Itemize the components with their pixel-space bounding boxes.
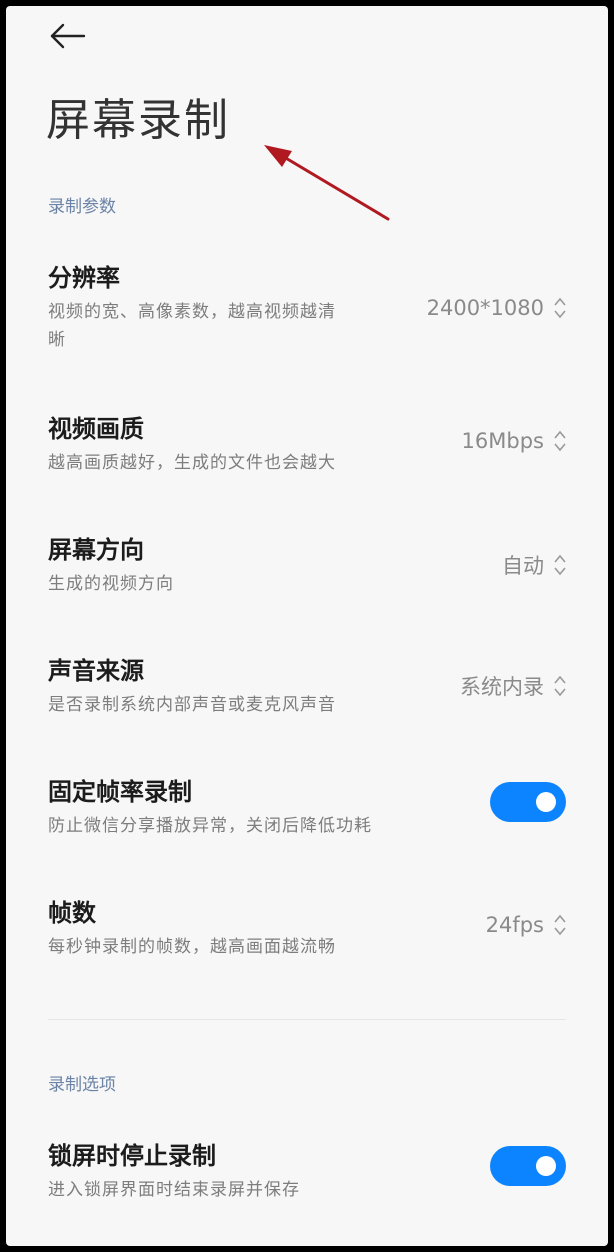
chevron-updown-icon	[554, 430, 566, 452]
stop-on-lock-toggle[interactable]	[490, 1146, 566, 1186]
setting-desc-line: 晰	[48, 330, 66, 350]
toggle-knob	[536, 1156, 556, 1176]
setting-label: 分辨率	[48, 264, 120, 292]
frame-rate-select[interactable]: 24fps	[486, 913, 566, 937]
setting-value: 24fps	[485, 913, 544, 937]
chevron-updown-icon	[554, 675, 566, 697]
setting-value: 自动	[502, 554, 544, 578]
setting-row-resolution[interactable]: 分辨率 视频的宽、高像素数，越高视频越清 晰 2400*1080	[48, 258, 566, 368]
setting-desc: 进入锁屏界面时结束录屏并保存	[48, 1180, 300, 1200]
setting-value: 16Mbps	[461, 429, 544, 453]
setting-label: 锁屏时停止录制	[48, 1142, 216, 1170]
sound-source-select[interactable]: 系统内录	[460, 671, 566, 701]
setting-row-frame-rate[interactable]: 帧数 每秒钟录制的帧数，越高画面越流畅 24fps	[48, 893, 566, 993]
screen-orientation-select[interactable]: 自动	[502, 550, 566, 580]
setting-row-stop-on-lock[interactable]: 锁屏时停止录制 进入锁屏界面时结束录屏并保存	[48, 1136, 566, 1236]
setting-desc: 是否录制系统内部声音或麦克风声音	[48, 695, 336, 715]
setting-row-screen-orientation[interactable]: 屏幕方向 生成的视频方向 自动	[48, 530, 566, 630]
setting-desc-line: 视频的宽、高像素数，越高视频越清	[48, 302, 336, 322]
page-title: 屏幕录制	[46, 95, 230, 146]
setting-label: 固定帧率录制	[48, 778, 192, 806]
section-label-recording-params: 录制参数	[48, 197, 116, 217]
back-button[interactable]	[46, 18, 90, 54]
setting-value: 系统内录	[460, 675, 544, 699]
fixed-framerate-toggle[interactable]	[490, 782, 566, 822]
setting-value: 2400*1080	[426, 296, 544, 320]
setting-desc: 生成的视频方向	[48, 574, 174, 594]
section-divider	[48, 1019, 566, 1020]
arrow-left-icon	[50, 23, 86, 49]
chevron-updown-icon	[554, 554, 566, 576]
chevron-updown-icon	[554, 914, 566, 936]
setting-row-fixed-framerate[interactable]: 固定帧率录制 防止微信分享播放异常，关闭后降低功耗	[48, 772, 566, 872]
video-quality-select[interactable]: 16Mbps	[462, 429, 566, 453]
setting-desc: 视频的宽、高像素数，越高视频越清 晰	[48, 298, 336, 354]
chevron-updown-icon	[554, 297, 566, 319]
setting-label: 屏幕方向	[48, 536, 144, 564]
setting-row-video-quality[interactable]: 视频画质 越高画质越好，生成的文件也会越大 16Mbps	[48, 409, 566, 509]
setting-label: 帧数	[48, 899, 96, 927]
annotation-arrow-icon	[264, 145, 390, 221]
toggle-knob	[536, 792, 556, 812]
settings-screen: 屏幕录制 录制参数 分辨率 视频的宽、高像素数，越高视频越清 晰 2400*10…	[6, 6, 608, 1246]
setting-row-sound-source[interactable]: 声音来源 是否录制系统内部声音或麦克风声音 系统内录	[48, 651, 566, 751]
resolution-select[interactable]: 2400*1080	[427, 296, 566, 320]
setting-label: 声音来源	[48, 657, 144, 685]
setting-label: 视频画质	[48, 415, 144, 443]
section-label-recording-options: 录制选项	[48, 1075, 116, 1095]
setting-desc: 越高画质越好，生成的文件也会越大	[48, 453, 336, 473]
setting-desc: 防止微信分享播放异常，关闭后降低功耗	[48, 816, 372, 836]
setting-desc: 每秒钟录制的帧数，越高画面越流畅	[48, 937, 336, 957]
